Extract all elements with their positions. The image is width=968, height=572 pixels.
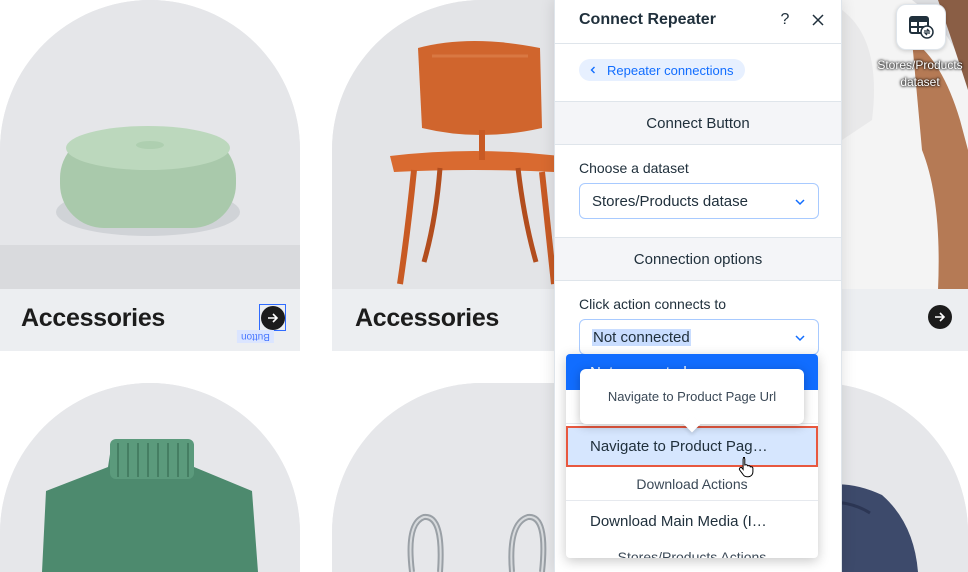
back-to-repeater-connections[interactable]: Repeater connections [579,59,746,81]
close-icon[interactable] [809,11,827,29]
dropdown-category-stores-products: Stores/Products Actions [617,549,767,558]
product-card[interactable]: Accessories [332,0,554,351]
product-image [332,383,566,572]
panel-header: Connect Repeater ? [555,0,841,44]
hand-cursor-icon [738,457,754,478]
card-title: Accessories [21,304,166,332]
element-type-tag: Button [237,330,274,343]
section-connect-button: Connect Button [555,101,841,145]
product-image [0,0,300,290]
dataset-select[interactable]: Stores/Products datase [579,183,819,219]
dataset-label: Stores/Products dataset [877,58,963,89]
dataset-table-icon [909,16,934,39]
dataset-value: Stores/Products datase [592,193,748,210]
product-card[interactable] [0,383,300,572]
product-image [332,0,554,290]
arrow-right-icon [935,312,946,322]
tooltip: Navigate to Product Page Url [580,369,804,424]
click-action-label: Click action connects to [579,296,727,312]
product-card[interactable] [332,383,566,572]
product-image [0,383,300,572]
card-footer: Accessories [332,289,554,351]
product-card[interactable]: Accessories [0,0,300,351]
dropdown-category-download: Download Actions [566,467,818,501]
chevron-down-icon [795,199,805,206]
dataset-button[interactable] [896,4,946,50]
product-card[interactable] [842,0,968,351]
section-connection-options: Connection options [555,237,841,281]
help-icon[interactable]: ? [776,11,794,29]
dataset-label: Choose a dataset [579,160,689,176]
chevron-down-icon [795,335,805,342]
card-title: Accessories [355,304,500,332]
arrow-right-icon [268,313,279,323]
card-arrow-button[interactable] [261,306,285,330]
chevron-left-icon [590,66,595,74]
card-arrow-button[interactable] [928,305,952,329]
click-action-select[interactable]: Not connected [579,319,819,355]
back-link-label: Repeater connections [607,62,734,78]
dropdown-item-download-main-media[interactable]: Download Main Media (I… [566,502,818,540]
click-action-value: Not connected [592,329,691,346]
panel-title: Connect Repeater [579,11,716,28]
